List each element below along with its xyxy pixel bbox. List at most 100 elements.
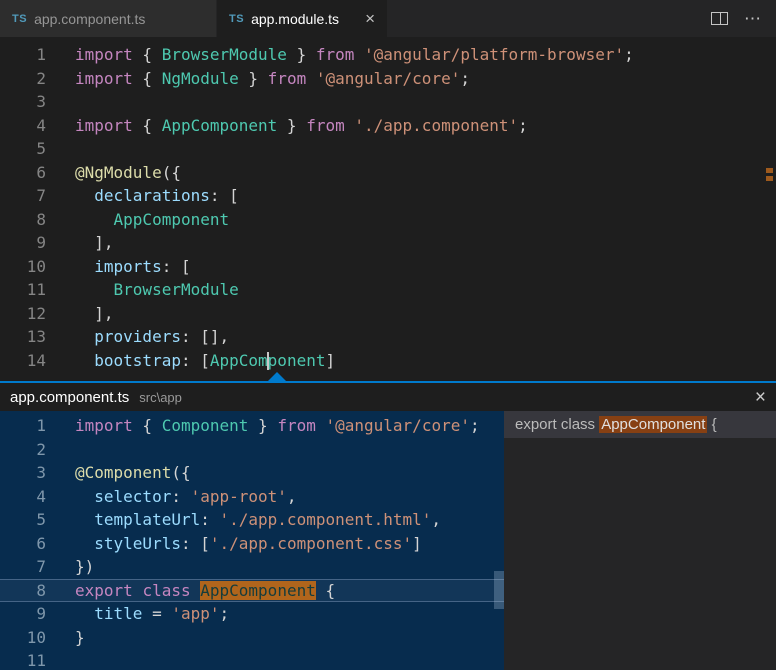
code-line[interactable]: 8export class AppComponent {: [0, 579, 504, 603]
close-tab-icon[interactable]: ×: [365, 10, 375, 27]
code-text: ],: [75, 231, 114, 255]
code-token: templateUrl: [94, 510, 200, 529]
code-line[interactable]: 3@Component({: [0, 461, 504, 485]
code-line[interactable]: 6 styleUrls: ['./app.component.css']: [0, 532, 504, 556]
code-token: @NgModule: [75, 163, 162, 182]
code-line[interactable]: 1import { BrowserModule } from '@angular…: [0, 43, 776, 67]
line-number: 3: [0, 461, 46, 485]
peek-editor-scrollbar[interactable]: [494, 571, 504, 609]
code-token: }: [287, 45, 316, 64]
code-token: : [: [210, 186, 239, 205]
peek-body: 1import { Component } from '@angular/cor…: [0, 411, 776, 670]
code-line[interactable]: 4import { AppComponent } from './app.com…: [0, 114, 776, 138]
peek-file-title: app.component.ts: [10, 389, 129, 406]
tab-app-module-ts[interactable]: TS app.module.ts ×: [217, 0, 387, 37]
code-line[interactable]: 10 imports: [: [0, 255, 776, 279]
code-text: AppComponent: [75, 208, 229, 232]
code-token: [133, 581, 143, 600]
code-line[interactable]: 3: [0, 90, 776, 114]
code-token: Component: [162, 416, 249, 435]
code-token: from: [316, 45, 355, 64]
code-token: imports: [94, 257, 161, 276]
code-token: [75, 210, 114, 229]
code-token: =: [142, 604, 171, 623]
code-token: AppComponent: [114, 210, 230, 229]
code-token: selector: [94, 487, 171, 506]
code-line[interactable]: 6 @NgModule({: [0, 161, 776, 185]
code-line[interactable]: 13 providers: [],: [0, 325, 776, 349]
code-token: : [: [162, 257, 191, 276]
code-line[interactable]: 9 title = 'app';: [0, 602, 504, 626]
line-number: 4: [0, 114, 46, 138]
line-number: 4: [0, 485, 46, 509]
code-line[interactable]: 8 AppComponent: [0, 208, 776, 232]
code-token: './app.component.html': [220, 510, 432, 529]
code-line[interactable]: 7 declarations: [: [0, 184, 776, 208]
code-token: title: [94, 604, 142, 623]
code-text: BrowserModule: [75, 278, 239, 302]
code-token: AppCom: [210, 351, 268, 370]
tab-label: app.module.ts: [251, 11, 339, 27]
code-token: from: [306, 116, 345, 135]
code-token: import: [75, 116, 133, 135]
code-line[interactable]: 4 selector: 'app-root',: [0, 485, 504, 509]
code-token: 'app': [171, 604, 219, 623]
line-number: 10: [0, 255, 46, 279]
code-line[interactable]: 7}): [0, 555, 504, 579]
code-line[interactable]: 9 ],: [0, 231, 776, 255]
code-text: import { BrowserModule } from '@angular/…: [75, 43, 634, 67]
code-editor: 1import { BrowserModule } from '@angular…: [0, 37, 776, 381]
code-token: }: [248, 416, 277, 435]
code-line[interactable]: 11 BrowserModule: [0, 278, 776, 302]
peek-anchor-arrow-icon: [268, 372, 286, 381]
line-number: 6: [0, 161, 46, 185]
code-text: styleUrls: ['./app.component.css']: [75, 532, 422, 556]
code-line[interactable]: 1import { Component } from '@angular/cor…: [0, 414, 504, 438]
code-token: }: [277, 116, 306, 135]
more-actions-icon[interactable]: ⋯: [744, 10, 762, 27]
code-token: [354, 45, 364, 64]
code-line[interactable]: 5 templateUrl: './app.component.html',: [0, 508, 504, 532]
line-number: 11: [0, 278, 46, 302]
code-token: import: [75, 416, 133, 435]
code-token: [75, 327, 94, 346]
code-text: @NgModule({: [75, 161, 181, 185]
code-token: ponent: [268, 351, 326, 370]
code-token: [75, 604, 94, 623]
code-token: ({: [162, 163, 181, 182]
code-token: : [],: [181, 327, 229, 346]
line-number: 6: [0, 532, 46, 556]
code-token: }: [75, 628, 85, 647]
close-peek-icon[interactable]: ×: [755, 388, 766, 407]
code-token: }): [75, 557, 94, 576]
reference-match-highlight: AppComponent: [599, 416, 707, 433]
code-line[interactable]: 10}: [0, 626, 504, 650]
code-line[interactable]: 12 ],: [0, 302, 776, 326]
line-number: 9: [0, 231, 46, 255]
code-token: [75, 534, 94, 553]
line-number: 12: [0, 302, 46, 326]
code-token: '@angular/core': [316, 69, 461, 88]
line-number: 3: [0, 90, 46, 114]
code-token: {: [316, 581, 335, 600]
code-line[interactable]: 5: [0, 137, 776, 161]
split-editor-icon[interactable]: [711, 12, 728, 25]
code-token: : [: [181, 534, 210, 553]
code-token: ;: [460, 69, 470, 88]
peek-editor: 1import { Component } from '@angular/cor…: [0, 411, 504, 670]
code-line[interactable]: 11: [0, 649, 504, 670]
tab-app-component-ts[interactable]: TS app.component.ts: [0, 0, 217, 37]
code-text: }: [75, 626, 85, 650]
code-token: bootstrap: [94, 351, 181, 370]
code-line[interactable]: 2: [0, 438, 504, 462]
code-token: BrowserModule: [162, 45, 287, 64]
code-line[interactable]: 14 bootstrap: [AppComponent]: [0, 349, 776, 373]
code-token: '@angular/platform-browser': [364, 45, 624, 64]
line-number: 7: [0, 555, 46, 579]
reference-list-item[interactable]: export class AppComponent {: [504, 411, 776, 438]
code-token: './app.component.css': [210, 534, 412, 553]
code-token: providers: [94, 327, 181, 346]
code-token: class: [142, 581, 190, 600]
code-token: {: [133, 416, 162, 435]
code-line[interactable]: 2import { NgModule } from '@angular/core…: [0, 67, 776, 91]
